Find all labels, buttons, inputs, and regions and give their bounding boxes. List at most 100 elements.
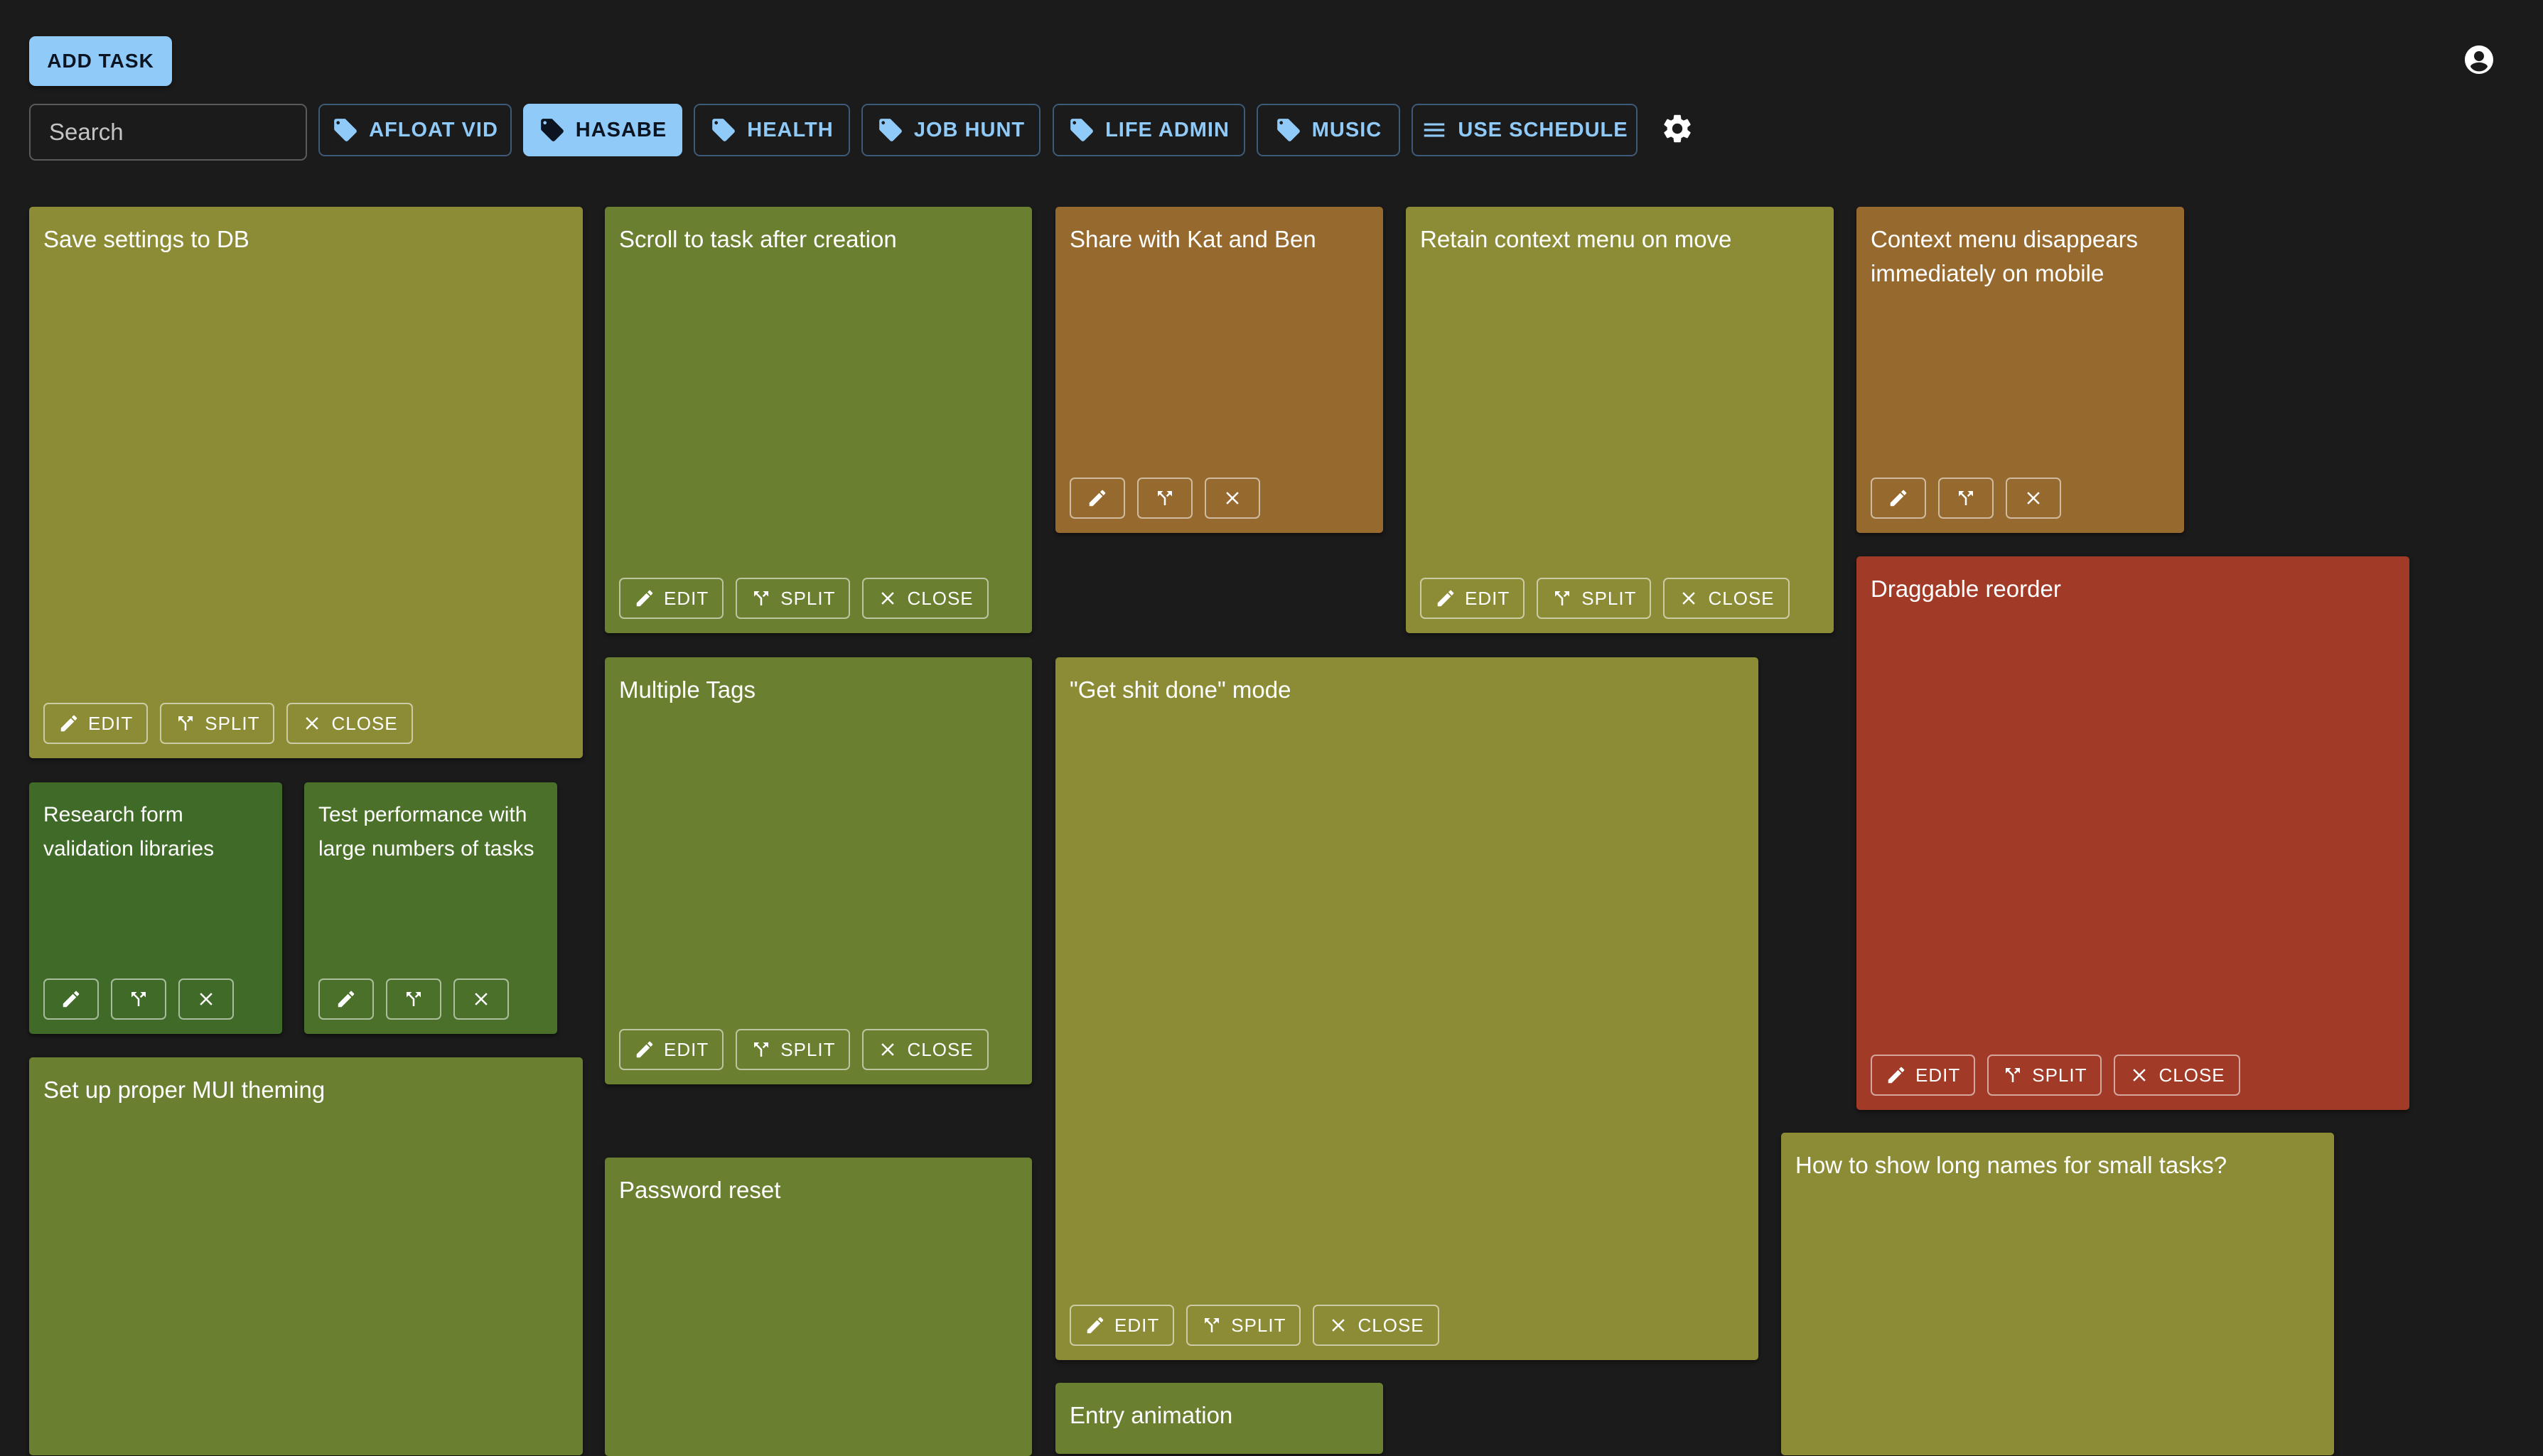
split-icon [751, 1039, 772, 1060]
edit-button[interactable] [318, 978, 374, 1020]
close-button[interactable]: CLOSE [286, 703, 413, 744]
close-button[interactable]: CLOSE [862, 578, 989, 619]
split-label: SPLIT [1231, 1314, 1286, 1336]
tag-hasabe[interactable]: HASABE [523, 104, 682, 156]
split-button[interactable] [386, 978, 441, 1020]
edit-icon [58, 713, 80, 734]
task-card[interactable]: Research form validation libraries [29, 782, 282, 1034]
task-card[interactable]: Scroll to task after creation EDIT SPLIT… [605, 207, 1032, 633]
edit-button[interactable]: EDIT [1070, 1305, 1175, 1346]
split-button[interactable]: SPLIT [1186, 1305, 1301, 1346]
task-card[interactable]: Test performance with large numbers of t… [304, 782, 557, 1034]
edit-button[interactable]: EDIT [619, 1029, 724, 1070]
close-button[interactable] [453, 978, 509, 1020]
edit-label: EDIT [1915, 1064, 1961, 1086]
split-button[interactable] [1137, 478, 1193, 519]
task-card[interactable]: Entry animation [1055, 1383, 1383, 1454]
close-icon [195, 988, 217, 1010]
split-label: SPLIT [780, 587, 836, 609]
add-task-button[interactable]: ADD TASK [29, 36, 172, 86]
task-card[interactable]: Set up proper MUI theming [29, 1057, 583, 1455]
task-card[interactable]: Multiple Tags EDIT SPLIT CLOSE [605, 657, 1032, 1084]
tag-label: HASABE [575, 118, 667, 141]
close-label: CLOSE [1357, 1314, 1424, 1336]
tag-icon [877, 117, 904, 144]
edit-button[interactable] [1871, 478, 1926, 519]
task-title: Entry animation [1070, 1402, 1233, 1428]
task-title: Test performance with large numbers of t… [318, 803, 534, 861]
tag-label: AFLOAT VID [369, 118, 498, 141]
task-card[interactable]: Retain context menu on move EDIT SPLIT C… [1406, 207, 1834, 633]
split-button[interactable]: SPLIT [736, 578, 851, 619]
split-button[interactable]: SPLIT [736, 1029, 851, 1070]
edit-button[interactable] [1070, 478, 1125, 519]
close-label: CLOSE [331, 712, 398, 734]
task-title: Password reset [619, 1177, 781, 1203]
close-icon [1328, 1315, 1349, 1336]
edit-icon [1087, 487, 1108, 509]
task-card[interactable]: How to show long names for small tasks? [1781, 1133, 2334, 1455]
tag-life-admin[interactable]: LIFE ADMIN [1053, 104, 1245, 156]
close-icon [2129, 1064, 2150, 1086]
task-title: Save settings to DB [43, 226, 249, 252]
close-button[interactable] [2006, 478, 2061, 519]
close-button[interactable]: CLOSE [862, 1029, 989, 1070]
close-label: CLOSE [907, 587, 974, 609]
task-title: Research form validation libraries [43, 803, 215, 861]
split-icon [1552, 588, 1573, 609]
edit-button[interactable]: EDIT [43, 703, 149, 744]
edit-icon [634, 1039, 655, 1060]
edit-button[interactable]: EDIT [1871, 1055, 1976, 1096]
task-title: Draggable reorder [1871, 576, 2061, 602]
edit-icon [60, 988, 82, 1010]
close-icon [1678, 588, 1699, 609]
split-label: SPLIT [205, 712, 260, 734]
task-card[interactable]: "Get shit done" mode EDIT SPLIT CLOSE [1055, 657, 1758, 1360]
tag-icon [1068, 117, 1095, 144]
split-button[interactable]: SPLIT [1987, 1055, 2102, 1096]
edit-button[interactable]: EDIT [619, 578, 724, 619]
close-button[interactable]: CLOSE [1313, 1305, 1439, 1346]
split-button[interactable] [1938, 478, 1994, 519]
use-schedule-button[interactable]: USE SCHEDULE [1412, 104, 1638, 156]
close-button[interactable] [178, 978, 234, 1020]
close-button[interactable] [1205, 478, 1260, 519]
tag-music[interactable]: MUSIC [1257, 104, 1400, 156]
task-card[interactable]: Password reset [605, 1158, 1032, 1456]
tag-label: JOB HUNT [913, 118, 1026, 141]
menu-icon [1421, 117, 1448, 144]
close-icon [2023, 487, 2044, 509]
task-title: Scroll to task after creation [619, 226, 897, 252]
task-card[interactable]: Draggable reorder EDIT SPLIT CLOSE [1856, 556, 2409, 1110]
edit-icon [1888, 487, 1909, 509]
close-label: CLOSE [2158, 1064, 2225, 1086]
gear-icon[interactable] [1660, 112, 1694, 146]
close-button[interactable]: CLOSE [1663, 578, 1790, 619]
close-button[interactable]: CLOSE [2114, 1055, 2240, 1096]
task-card[interactable]: Save settings to DB EDIT SPLIT CLOSE [29, 207, 583, 758]
split-icon [1154, 487, 1176, 509]
task-card[interactable]: Share with Kat and Ben [1055, 207, 1383, 533]
tag-icon [539, 117, 566, 144]
task-title: How to show long names for small tasks? [1795, 1152, 2227, 1178]
search-input[interactable] [29, 104, 307, 161]
close-icon [471, 988, 492, 1010]
tag-label: MUSIC [1311, 118, 1382, 141]
account-circle-icon[interactable] [2462, 43, 2496, 77]
tag-health[interactable]: HEALTH [694, 104, 850, 156]
split-icon [128, 988, 149, 1010]
tag-job-hunt[interactable]: JOB HUNT [861, 104, 1041, 156]
edit-label: EDIT [1114, 1314, 1160, 1336]
tag-afloat-vid[interactable]: AFLOAT VID [318, 104, 512, 156]
split-button[interactable]: SPLIT [160, 703, 275, 744]
split-label: SPLIT [2032, 1064, 2087, 1086]
edit-button[interactable] [43, 978, 99, 1020]
edit-label: EDIT [664, 1038, 709, 1060]
task-card[interactable]: Context menu disappears immediately on m… [1856, 207, 2184, 533]
split-button[interactable]: SPLIT [1537, 578, 1652, 619]
task-title: Context menu disappears immediately on m… [1871, 226, 2139, 286]
split-button[interactable] [111, 978, 166, 1020]
edit-button[interactable]: EDIT [1420, 578, 1525, 619]
close-icon [1222, 487, 1243, 509]
split-icon [1201, 1315, 1222, 1336]
